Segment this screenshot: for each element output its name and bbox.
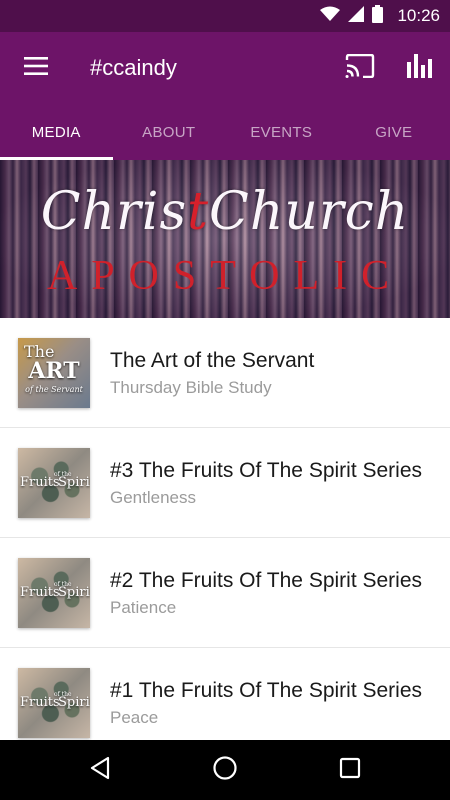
menu-button[interactable] bbox=[14, 46, 58, 90]
wifi-icon bbox=[320, 6, 341, 27]
home-icon bbox=[212, 755, 238, 786]
status-icons: 10:26 bbox=[320, 0, 440, 32]
media-thumbnail: Fruits of the Spirit bbox=[18, 668, 90, 738]
item-text: #2 The Fruits Of The Spirit Series Patie… bbox=[110, 568, 432, 619]
status-bar: 10:26 bbox=[0, 0, 450, 32]
item-title: #3 The Fruits Of The Spirit Series bbox=[110, 459, 423, 482]
banner-subtitle: APOSTOLIC bbox=[46, 253, 404, 299]
church-banner: ChristChurch APOSTOLIC bbox=[0, 160, 450, 318]
item-title: The Art of the Servant bbox=[110, 349, 315, 372]
status-time: 10:26 bbox=[397, 6, 440, 25]
banner-script-part2: Church bbox=[209, 182, 410, 242]
back-icon bbox=[89, 756, 111, 785]
home-button[interactable] bbox=[190, 740, 260, 800]
cast-button[interactable] bbox=[336, 46, 384, 90]
cast-icon bbox=[345, 53, 375, 83]
tab-events[interactable]: EVENTS bbox=[225, 104, 338, 160]
item-subtitle: Gentleness bbox=[110, 488, 196, 507]
media-list: The ART of the Servant The Art of the Se… bbox=[0, 318, 450, 740]
media-thumbnail: Fruits of the Spirit bbox=[18, 448, 90, 518]
tab-give[interactable]: GIVE bbox=[338, 104, 450, 160]
back-button[interactable] bbox=[65, 740, 135, 800]
list-item[interactable]: Fruits of the Spirit #2 The Fruits Of Th… bbox=[0, 538, 450, 648]
app-title: #ccaindy bbox=[90, 55, 177, 80]
thumb-line3: Spirit bbox=[58, 475, 90, 490]
banner-logo-script: ChristChurch bbox=[0, 182, 450, 242]
tab-about[interactable]: ABOUT bbox=[113, 104, 226, 160]
list-item[interactable]: The ART of the Servant The Art of the Se… bbox=[0, 318, 450, 428]
banner-script-cross: t bbox=[187, 182, 210, 242]
banner-script-part1: Chris bbox=[40, 182, 188, 242]
system-nav-bar bbox=[0, 740, 450, 800]
media-thumbnail: The ART of the Servant bbox=[18, 338, 90, 408]
stats-button[interactable] bbox=[396, 46, 444, 90]
thumb-line3: Spirit bbox=[58, 585, 90, 600]
item-title: #1 The Fruits Of The Spirit Series bbox=[110, 679, 423, 702]
tab-bar: MEDIA ABOUT EVENTS GIVE bbox=[0, 104, 450, 160]
bar-chart-icon bbox=[407, 53, 433, 83]
item-subtitle: Thursday Bible Study bbox=[110, 378, 272, 397]
app-bar: #ccaindy bbox=[0, 32, 450, 104]
item-text: #3 The Fruits Of The Spirit Series Gentl… bbox=[110, 458, 432, 509]
list-item[interactable]: Fruits of the Spirit #3 The Fruits Of Th… bbox=[0, 428, 450, 538]
thumb-line2: ART bbox=[28, 358, 80, 384]
thumb-line3: Spirit bbox=[58, 695, 90, 710]
item-subtitle: Peace bbox=[110, 708, 159, 727]
item-text: #1 The Fruits Of The Spirit Series Peace bbox=[110, 678, 432, 729]
menu-icon bbox=[24, 56, 48, 80]
battery-icon bbox=[372, 4, 384, 28]
signal-icon bbox=[348, 5, 365, 27]
tab-media[interactable]: MEDIA bbox=[0, 104, 113, 160]
item-title: #2 The Fruits Of The Spirit Series bbox=[110, 569, 423, 592]
item-subtitle: Patience bbox=[110, 598, 177, 617]
media-thumbnail: Fruits of the Spirit bbox=[18, 558, 90, 628]
recents-button[interactable] bbox=[315, 740, 385, 800]
item-text: The Art of the Servant Thursday Bible St… bbox=[110, 348, 432, 399]
recents-icon bbox=[339, 757, 361, 784]
thumb-line3: of the Servant bbox=[25, 385, 83, 394]
list-item[interactable]: Fruits of the Spirit #1 The Fruits Of Th… bbox=[0, 648, 450, 740]
